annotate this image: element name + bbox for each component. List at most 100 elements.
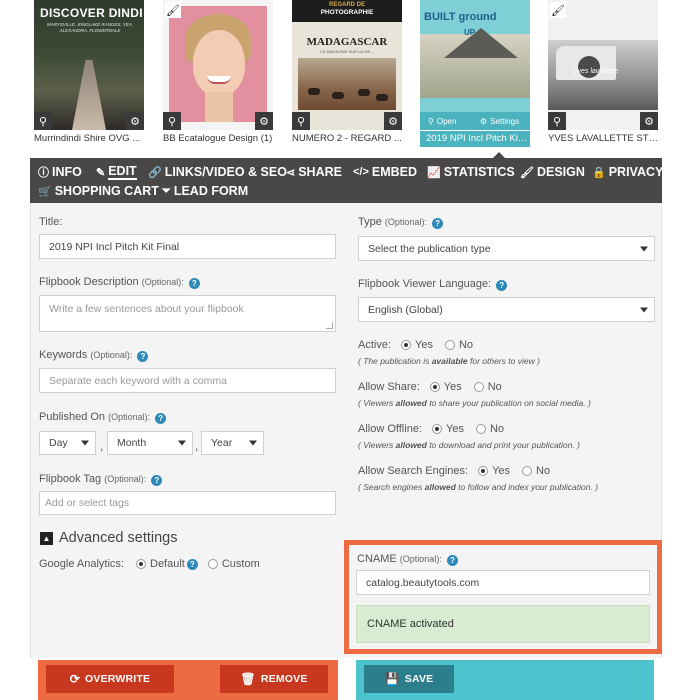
link-icon: 🔗 [148,166,162,179]
flipbook-thumbnail[interactable]: REGARD DE PHOTOGRAPHIE MADAGASCAR LE MAG… [292,0,402,148]
publication-type-select[interactable]: Select the publication type [358,236,655,261]
help-icon[interactable]: ? [137,351,149,362]
keywords-input[interactable]: Separate each keyword with a comma [39,368,336,393]
tab-label: INFO [52,165,82,179]
save-label: SAVE [404,673,434,685]
tab-label: LINKS/VIDEO & SEO [164,165,287,179]
thumbnail-caption[interactable]: YVES LAVALLETTE STU... [548,131,658,147]
search-icon[interactable]: ⚲ [292,112,310,130]
thumbnail-caption[interactable]: BB Ecatalogue Design (1) [163,131,273,147]
thumbnail-caption[interactable]: Murrindindi Shire OVG ... [34,131,144,147]
tag-label-text: Flipbook Tag [39,473,102,485]
overwrite-label: OVERWRITE [85,673,151,685]
brush-icon[interactable]: 🖌 [550,2,566,18]
allow-share-option: Allow Share: Yes No [358,381,502,393]
analytics-default-radio[interactable] [136,559,146,569]
cover-title: BUILT ground [424,11,497,23]
search-yes-radio[interactable] [478,466,489,476]
save-button[interactable]: 💾 SAVE [364,665,454,693]
flipbook-cover[interactable]: DISCOVER DINDI MARYSVILLE, KINGLAKE RANG… [34,0,144,130]
settings-button[interactable]: ⚙ Settings [480,112,519,130]
open-label: Open [436,116,457,126]
search-icon[interactable]: ⚲ [34,112,52,130]
yes-label: Yes [492,465,511,477]
share-note: ( Viewers allowed to share your publicat… [358,398,591,408]
offline-yes-radio[interactable] [432,424,442,434]
tab-privacy[interactable]: 🔒 PRIVACY [592,163,663,181]
help-icon[interactable]: ? [496,280,508,291]
note-text-bold: available [431,356,468,366]
tab-label: EMBED [371,165,418,179]
tab-statistics[interactable]: 📈 STATISTICS [427,163,515,181]
type-label: Type (Optional): ? [358,216,444,229]
help-icon[interactable]: ? [186,558,198,570]
tab-embed[interactable]: </> EMBED [353,163,417,181]
flipbook-thumbnail-selected[interactable]: BUILT ground UP ⚲ Open ⚙ Settings 2019 NPI… [420,0,530,148]
gear-icon[interactable]: ⚙ [640,112,658,130]
help-icon[interactable]: ? [188,278,200,289]
chevron-down-icon [81,440,89,446]
flipbook-cover[interactable]: yves lavallette [548,0,658,130]
info-icon: ⓘ [38,167,49,179]
offline-no-radio[interactable] [475,424,486,434]
cover-signature: yves lavallette [574,68,618,75]
tag-input[interactable]: Add or select tags [39,491,336,515]
gear-icon[interactable]: ⚙ [255,112,273,130]
tab-lead-form[interactable]: ⏷ LEAD FORM [162,182,248,200]
active-label: Active: [358,339,392,351]
active-no-radio[interactable] [444,340,455,350]
brush-icon: 🖌 [520,166,534,179]
tab-info[interactable]: ⓘ INFO [38,163,82,181]
overwrite-button[interactable]: ⟳ OVERWRITE [46,665,174,693]
share-no-radio[interactable] [473,382,484,392]
active-yes-radio[interactable] [401,340,412,350]
help-icon[interactable]: ? [446,555,458,566]
search-icon[interactable]: ⚲ [548,112,566,130]
share-yes-radio[interactable] [429,382,440,392]
tab-links-video-seo[interactable]: 🔗 LINKS/VIDEO & SEO [148,163,287,181]
flipbook-cover[interactable] [163,0,273,130]
tab-share[interactable]: ⋖ SHARE [286,163,342,181]
month-select[interactable]: Month [107,431,193,455]
help-icon[interactable]: ? [151,475,163,486]
keywords-label-text: Keywords [39,349,88,361]
search-icon[interactable]: ⚲ [163,112,181,130]
thumbnail-caption[interactable]: NUMERO 2 - REGARD ... [292,131,402,147]
chart-icon: 📈 [427,166,441,179]
title-input[interactable]: 2019 NPI Incl Pitch Kit Final [39,234,336,259]
gear-icon[interactable]: ⚙ [384,112,402,130]
remove-button[interactable]: 🗑 REMOVE [220,665,328,693]
flipbook-thumbnail[interactable]: yves lavallette 🖌 ⚲ ⚙ YVES LAVALLETTE ST… [548,0,658,148]
help-icon[interactable]: ? [155,413,167,424]
day-select[interactable]: Day [39,431,96,455]
flipbook-thumbnail[interactable]: DISCOVER DINDI MARYSVILLE, KINGLAKE RANG… [34,0,144,148]
gear-icon: ⚙ [480,116,488,126]
cname-input[interactable]: catalog.beautytools.com [356,570,650,595]
flipbook-cover[interactable]: REGARD DE PHOTOGRAPHIE MADAGASCAR LE MAG… [292,0,402,130]
cover-photo-cow [308,88,320,95]
advanced-settings-toggle[interactable]: ▲ Advanced settings [40,530,178,546]
month-select-value: Month [117,437,147,449]
description-textarea[interactable]: Write a few sentences about your flipboo… [39,295,336,332]
brush-icon[interactable]: 🖌 [165,2,181,18]
chevron-down-icon [178,440,186,446]
flipbook-thumbnail[interactable]: 🖌 ⚲ ⚙ BB Ecatalogue Design (1) [163,0,273,148]
flipbook-cover[interactable]: BUILT ground UP ⚲ Open ⚙ Settings [420,0,530,130]
language-select[interactable]: English (Global) [358,297,655,322]
open-button[interactable]: ⚲ Open [428,112,456,130]
gear-icon[interactable]: ⚙ [126,112,144,130]
tab-shopping-cart[interactable]: 🛒 SHOPPING CART [38,182,159,200]
analytics-default-label: Default [150,558,185,570]
thumbnail-caption[interactable]: 2019 NPI Incl Pitch Kit ... [420,131,530,147]
day-select-value: Day [49,437,68,449]
no-label: No [489,423,505,435]
search-no-radio[interactable] [522,466,533,476]
tab-design[interactable]: 🖌 DESIGN [520,163,585,181]
note-text: ( The publication is [358,356,432,366]
year-select[interactable]: Year [201,431,264,455]
analytics-custom-radio[interactable] [207,559,218,569]
cover-photo-neck [205,92,233,122]
optional-label: (Optional): [384,217,427,227]
help-icon[interactable]: ? [432,218,444,229]
tab-edit[interactable]: ✎ EDIT [96,163,137,181]
